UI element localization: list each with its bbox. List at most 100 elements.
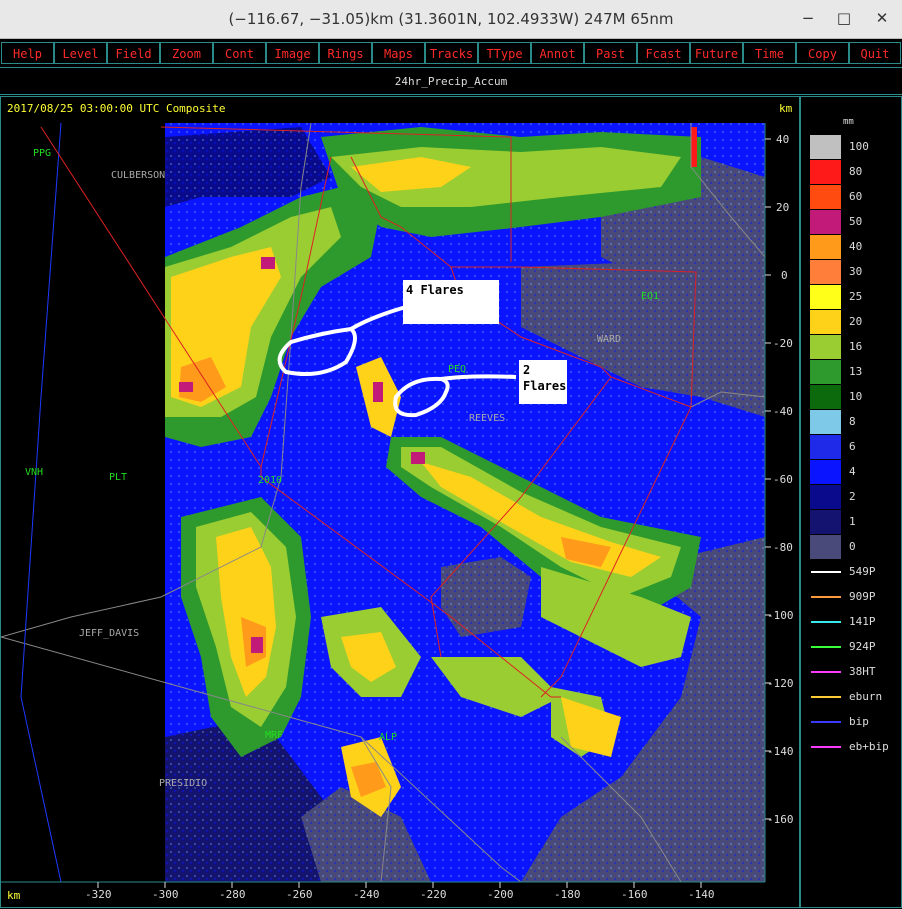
menu-button-copy[interactable]: Copy (796, 42, 849, 64)
track-label[interactable]: bip (849, 715, 869, 728)
x-tick-label: -320 (85, 888, 112, 901)
legend-swatch (810, 510, 841, 534)
menu-button-zoom[interactable]: Zoom (160, 42, 213, 64)
menu-button-tracks[interactable]: Tracks (425, 42, 478, 64)
maximize-icon[interactable]: □ (834, 8, 854, 28)
menu-button-future[interactable]: Future (690, 42, 743, 64)
track-label[interactable]: 141P (849, 615, 876, 628)
menu-bar: Help Level Field Zoom Cont Image Rings M… (0, 39, 902, 67)
close-icon[interactable]: ✕ (872, 8, 892, 28)
track-line-swatch (811, 621, 841, 623)
legend-swatch (810, 360, 841, 384)
window-title: (−116.67, −31.05)km (31.3601N, 102.4933W… (228, 10, 674, 28)
legend-label: 40 (849, 240, 863, 253)
legend-label: 1 (849, 515, 856, 528)
legend-label: 60 (849, 190, 863, 203)
legend-swatch (810, 385, 841, 409)
track-label[interactable]: 549P (849, 565, 876, 578)
station-mrf: MRF (265, 730, 283, 741)
legend-swatch (810, 460, 841, 484)
precip-max-central (373, 382, 383, 402)
legend-label: 80 (849, 165, 863, 178)
track-line-swatch (811, 646, 841, 648)
menu-button-level[interactable]: Level (54, 42, 107, 64)
no-data-strip-west (1, 123, 165, 882)
annotation-2-flares-line2: Flares (523, 379, 566, 393)
legend-label: 10 (849, 390, 863, 403)
track-label[interactable]: 909P (849, 590, 876, 603)
legend-panel: mm 100 80 60 50 40 30 25 20 16 13 10 8 6… (800, 96, 902, 908)
track-label[interactable]: 924P (849, 640, 876, 653)
y-tick-label: -140 (767, 745, 794, 758)
x-tick-label: -160 (621, 888, 648, 901)
y-tick-label: -100 (767, 609, 794, 622)
field-title: 24hr_Precip_Accum (394, 75, 508, 88)
station-alp: ALP (379, 732, 397, 743)
radar-map-panel[interactable]: 2017/08/25 03:00:00 UTC Composite km km (0, 96, 800, 908)
menu-button-help[interactable]: Help (1, 42, 54, 64)
legend-swatch (810, 160, 841, 184)
track-label[interactable]: eb+bip (849, 740, 889, 753)
menu-button-rings[interactable]: Rings (319, 42, 372, 64)
menu-button-ttype[interactable]: TType (478, 42, 531, 64)
track-line-swatch (811, 671, 841, 673)
x-tick-label: -180 (554, 888, 581, 901)
y-tick-label: -160 (767, 813, 794, 826)
legend-label: 6 (849, 440, 856, 453)
x-tick-label: -140 (688, 888, 715, 901)
track-line-swatch (811, 746, 841, 748)
track-label[interactable]: eburn (849, 690, 882, 703)
legend-swatch (810, 335, 841, 359)
legend-swatch (810, 185, 841, 209)
x-axis-ticks: -320 -300 -280 -260 -240 -220 -200 -180 … (85, 882, 715, 901)
x-tick-label: -240 (353, 888, 380, 901)
county-label-ward: WARD (597, 334, 621, 345)
menu-button-field[interactable]: Field (107, 42, 160, 64)
y-tick-label: -80 (773, 541, 793, 554)
minimize-icon[interactable]: − (798, 8, 818, 28)
precip-max-northwest-2 (261, 257, 275, 269)
precip-max-southeast (411, 452, 425, 464)
legend-swatch (810, 235, 841, 259)
menu-button-annot[interactable]: Annot (531, 42, 584, 64)
station-2010: 2010 (258, 475, 282, 486)
menu-button-time[interactable]: Time (743, 42, 796, 64)
track-label[interactable]: 38HT (849, 665, 876, 678)
track-line-swatch (811, 571, 841, 573)
y-tick-label: -60 (773, 473, 793, 486)
legend-label: 50 (849, 215, 863, 228)
station-peq: PEQ (448, 364, 466, 375)
x-tick-label: -300 (152, 888, 179, 901)
annotation-2-flares-line1: 2 (523, 363, 530, 377)
legend-label: 4 (849, 465, 856, 478)
y-tick-label: -120 (767, 677, 794, 690)
station-eo1: EO1 (641, 291, 659, 302)
menu-button-fcast[interactable]: Fcast (637, 42, 690, 64)
legend-swatch (810, 485, 841, 509)
map-canvas[interactable]: 4 Flares 2 Flares PPG EO1 PEQ VNH PLT 20… (1, 97, 799, 907)
annotation-4-flares-text: 4 Flares (406, 283, 464, 297)
station-plt: PLT (109, 472, 127, 483)
track-line-swatch (811, 696, 841, 698)
legend-label: 16 (849, 340, 863, 353)
menu-button-past[interactable]: Past (584, 42, 637, 64)
legend-label: 13 (849, 365, 863, 378)
legend-swatch (810, 435, 841, 459)
field-title-bar: 24hr_Precip_Accum (0, 67, 902, 95)
precip-max-northwest (179, 382, 193, 392)
legend-swatch (810, 310, 841, 334)
y-tick-label: 20 (776, 201, 789, 214)
menu-button-cont[interactable]: Cont (213, 42, 266, 64)
menu-button-quit[interactable]: Quit (849, 42, 901, 64)
legend-swatch (810, 410, 841, 434)
legend-label: 100 (849, 140, 869, 153)
y-tick-label: 40 (776, 133, 789, 146)
y-axis-ticks: 40 20 0 -20 -40 -60 -80 -100 -120 -140 -… (765, 133, 794, 826)
x-tick-label: -220 (420, 888, 447, 901)
x-tick-label: -280 (219, 888, 246, 901)
legend-label: 8 (849, 415, 856, 428)
county-label-reeves: REEVES (469, 413, 505, 424)
menu-button-maps[interactable]: Maps (372, 42, 425, 64)
window-titlebar: (−116.67, −31.05)km (31.3601N, 102.4933W… (0, 0, 902, 39)
menu-button-image[interactable]: Image (266, 42, 319, 64)
